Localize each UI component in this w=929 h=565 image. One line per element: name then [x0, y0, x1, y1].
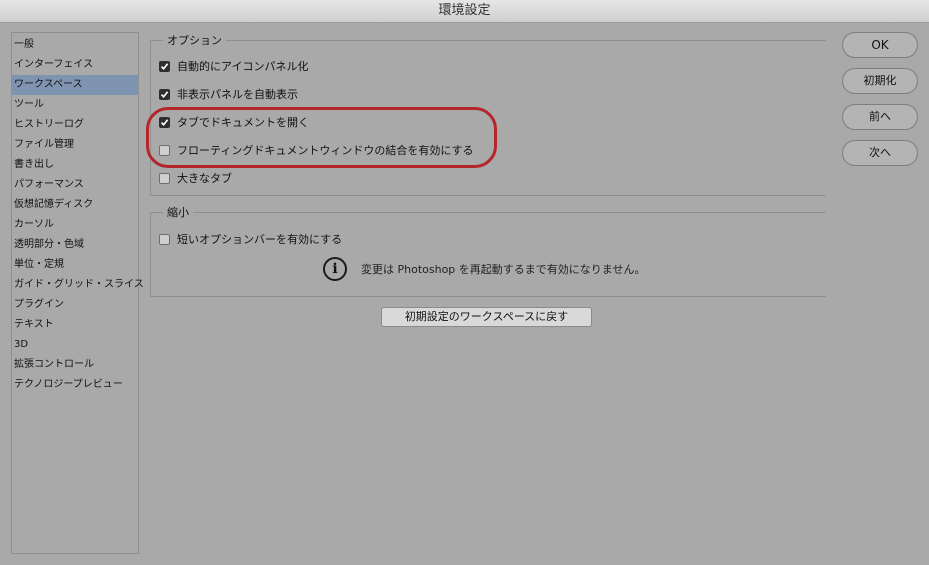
sidebar-item-enhanced-controls[interactable]: 拡張コントロール	[12, 355, 138, 375]
sidebar-item-interface[interactable]: インターフェイス	[12, 55, 138, 75]
checkbox-label: 自動的にアイコンパネル化	[177, 60, 309, 73]
checkbox[interactable]	[159, 172, 170, 184]
red-highlight-annotation	[146, 107, 497, 168]
sidebar-item-export[interactable]: 書き出し	[12, 155, 138, 175]
checkbox-label: 非表示パネルを自動表示	[177, 88, 298, 101]
sidebar-item-file-handling[interactable]: ファイル管理	[12, 135, 138, 155]
checkbox[interactable]	[159, 233, 170, 245]
sidebar-item-workspace[interactable]: ワークスペース	[12, 75, 138, 95]
options-legend: オプション	[163, 32, 226, 48]
ok-button[interactable]: OK	[842, 32, 918, 58]
checkbox-label: 大きなタブ	[177, 172, 232, 185]
sidebar-item-plugins[interactable]: プラグイン	[12, 295, 138, 315]
sidebar-item-general[interactable]: 一般	[12, 35, 138, 55]
restore-default-workspaces-button[interactable]: 初期設定のワークスペースに戻す	[381, 307, 592, 327]
sidebar-item-units-rulers[interactable]: 単位・定規	[12, 255, 138, 275]
preferences-category-list[interactable]: 一般 インターフェイス ワークスペース ツール ヒストリーログ ファイル管理 書…	[11, 32, 144, 554]
sidebar-item-cursors[interactable]: カーソル	[12, 215, 138, 235]
shrink-group: 縮小	[150, 204, 826, 297]
checkbox-label: 短いオプションバーを有効にする	[177, 233, 343, 246]
checkbox[interactable]	[159, 88, 170, 100]
auto-show-hidden-panels-option[interactable]: 非表示パネルを自動表示	[159, 86, 298, 102]
auto-collapse-iconic-panels-option[interactable]: 自動的にアイコンパネル化	[159, 58, 308, 74]
sidebar-item-transparency-gamut[interactable]: 透明部分・色域	[12, 235, 138, 255]
window-title: 環境設定	[0, 0, 929, 23]
sidebar-item-history-log[interactable]: ヒストリーログ	[12, 115, 138, 135]
checkmark-icon	[160, 62, 169, 70]
sidebar-item-scratch-disks[interactable]: 仮想記憶ディスク	[12, 195, 138, 215]
narrow-options-bar-option[interactable]: 短いオプションバーを有効にする	[159, 231, 342, 247]
info-icon: i	[323, 257, 347, 281]
reset-button[interactable]: 初期化	[842, 68, 918, 94]
sidebar-item-guides-grid-slices[interactable]: ガイド・グリッド・スライス	[12, 275, 144, 295]
checkbox[interactable]	[159, 60, 170, 72]
prev-button[interactable]: 前へ	[842, 104, 918, 130]
shrink-legend: 縮小	[163, 204, 193, 220]
sidebar-item-3d[interactable]: 3D	[12, 335, 138, 355]
checkmark-icon	[160, 90, 169, 98]
next-button[interactable]: 次へ	[842, 140, 918, 166]
sidebar-item-performance[interactable]: パフォーマンス	[12, 175, 138, 195]
restart-notice: i 変更は Photoshop を再起動するまで有効になりません。	[323, 257, 645, 281]
large-tabs-option[interactable]: 大きなタブ	[159, 170, 232, 186]
sidebar-item-type[interactable]: テキスト	[12, 315, 138, 335]
sidebar-item-technology-previews[interactable]: テクノロジープレビュー	[12, 375, 138, 395]
restart-notice-text: 変更は Photoshop を再起動するまで有効になりません。	[361, 263, 646, 276]
sidebar-item-tools[interactable]: ツール	[12, 95, 138, 115]
